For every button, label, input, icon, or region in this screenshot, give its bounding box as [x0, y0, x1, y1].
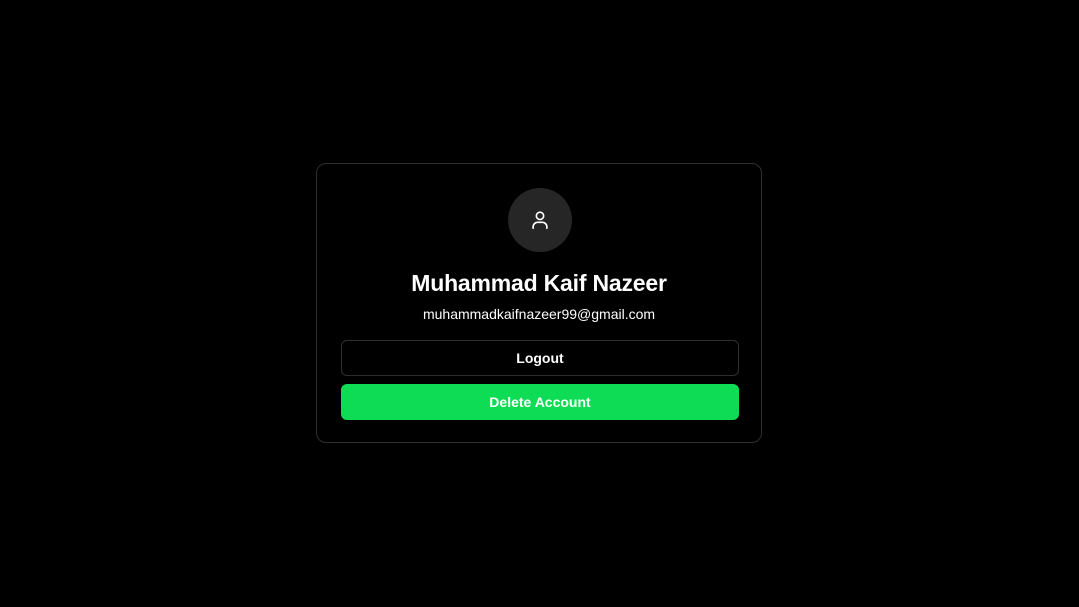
logout-button[interactable]: Logout — [341, 340, 739, 376]
user-icon — [529, 209, 551, 231]
avatar — [508, 188, 572, 252]
profile-name: Muhammad Kaif Nazeer — [411, 270, 667, 296]
profile-email: muhammadkaifnazeer99@gmail.com — [422, 306, 656, 322]
profile-card: Muhammad Kaif Nazeer muhammadkaifnazeer9… — [316, 163, 762, 443]
delete-account-button[interactable]: Delete Account — [341, 384, 739, 420]
